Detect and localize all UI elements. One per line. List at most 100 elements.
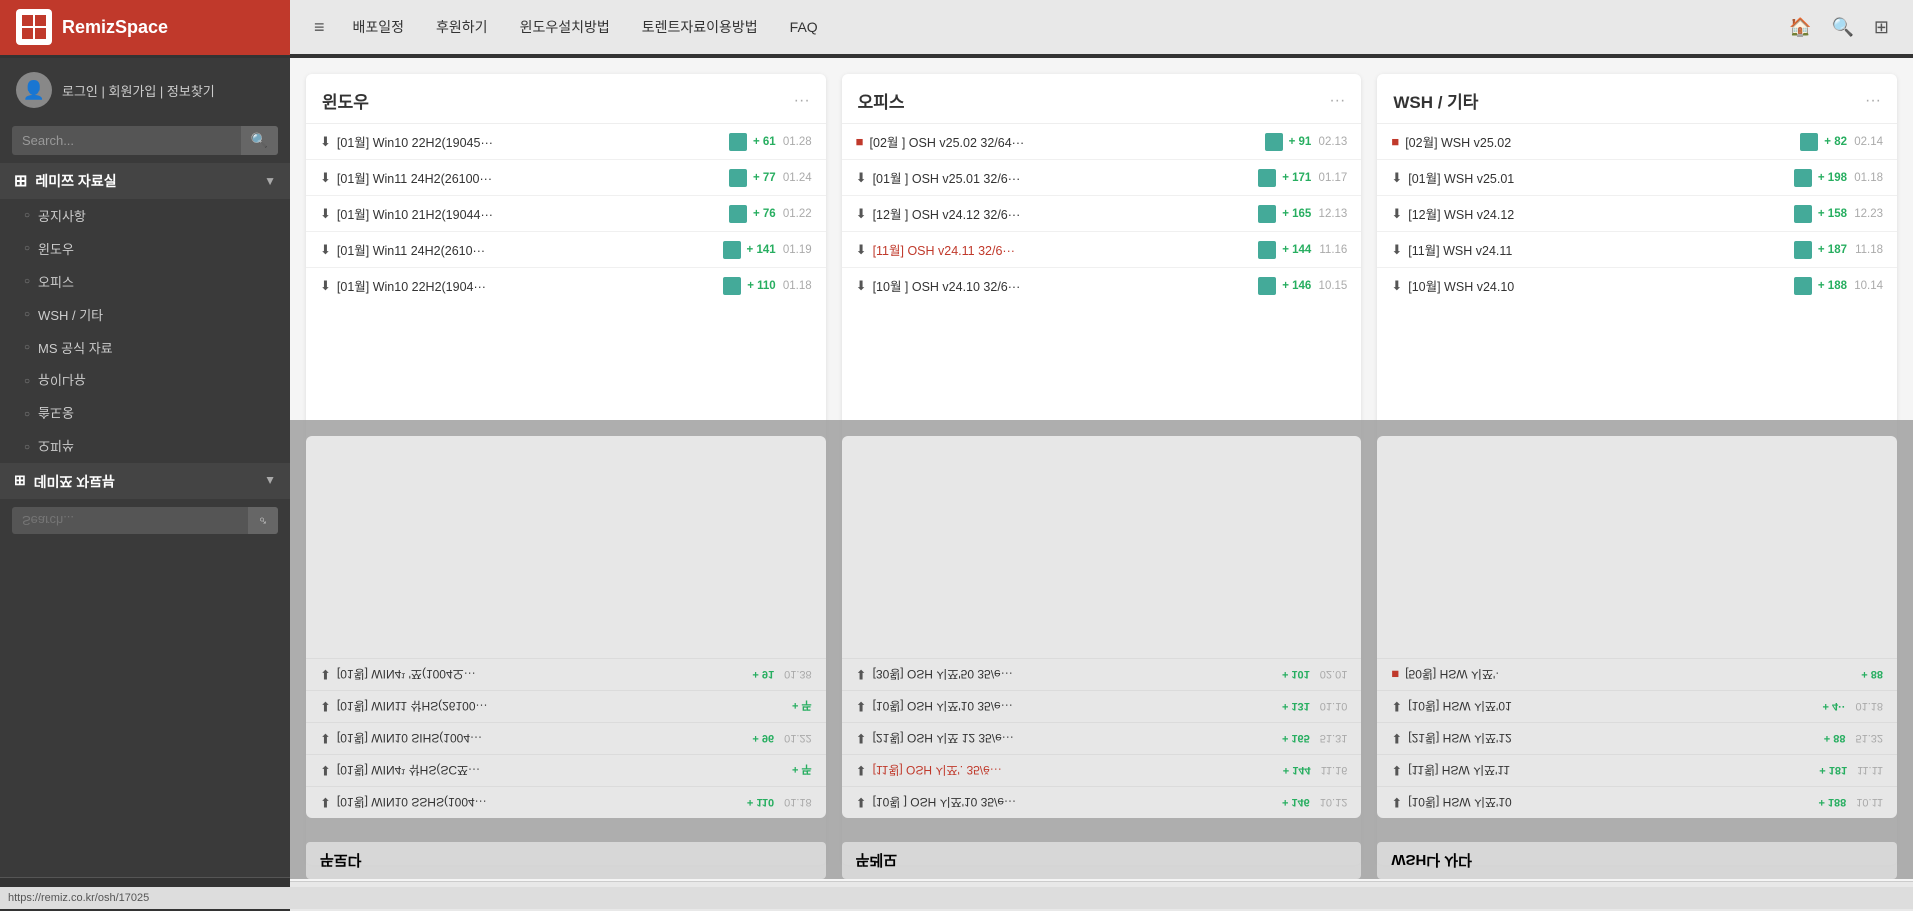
row-title: [10월] WSH v24.10 [1408,276,1788,295]
row-date: 01.38 [784,669,812,681]
thumbnail-icon [1794,169,1812,187]
table-row[interactable]: ■ [50룅] HSW 시쪼'· + 88 [1377,658,1897,690]
row-title: [10룅] HSW 시쪼'10 [1408,794,1812,811]
nav-item-1[interactable]: 후원하기 [424,13,500,41]
table-row[interactable]: ⬇ [01월] Win11 24H2(2610··· + 141 01.19 [306,232,826,268]
table-row[interactable]: ⬇ [11룅] OSH 시쪼'. 35/ě··· + 144 11.16 [842,754,1362,786]
nav-item-0[interactable]: 배포일정 [341,13,417,41]
home-icon-button[interactable]: 🏠 [1781,11,1819,44]
card-office-menu-button[interactable]: ··· [1329,92,1345,110]
search-button[interactable]: 🔍 [241,126,278,155]
table-row[interactable]: ⬇ [01월 ] OSH v25.01 32/6··· + 171 01.17 [842,160,1362,196]
row-count: + 146 [1282,797,1310,809]
row-title: [10월 ] OSH v24.10 32/6··· [873,276,1253,295]
sidebar-bottom-item-2[interactable]: ○ 유이나유 [0,364,290,397]
table-row[interactable]: ⬇ [12월] WSH v24.12 + 158 12.23 [1377,196,1897,232]
row-title: [01월] Win11 24H2(2610··· [337,240,717,259]
row-count: + 198 [1818,172,1847,184]
thumbnail-icon [723,277,741,295]
overlay-card-0: ⬇ [01룅] WIN10 SSHS(1004··· + 110 01.18 ⬇… [306,436,826,818]
thumbnail-icon [1258,169,1276,187]
sidebar-bottom-search-button[interactable]: ♂ [248,507,278,534]
download-icon: ⬇ [1391,699,1402,715]
table-row[interactable]: ⬇ [01월] WSH v25.01 + 198 01.18 [1377,160,1897,196]
sidebar-bottom-section-header[interactable]: ⊞ 데미쪼 자료뷰 ▲ [0,463,290,499]
row-count: + 187 [1818,244,1847,256]
sidebar-item-office[interactable]: ○ 오피스 [0,265,290,298]
user-links[interactable]: 로그인 | 회원가입 | 정보찾기 [62,81,215,100]
sidebar-bottom-item-2-label: 유이나유 [38,371,86,390]
row-count: + 뚜 [792,763,812,779]
table-row[interactable]: ■ [02월] WSH v25.02 + 82 02.14 [1377,124,1897,160]
hamburger-button[interactable]: ≡ [306,13,333,42]
row-title: [12월] WSH v24.12 [1408,204,1788,223]
row-title: [01룅] WIN4¹ 삮HS(SC쪼··· [337,762,786,779]
sidebar-item-wsh[interactable]: ○ WSH / 기타 [0,298,290,331]
download-icon: ⬇ [320,763,331,779]
table-row[interactable]: ■ [02월 ] OSH v25.02 32/64··· + 91 02.13 [842,124,1362,160]
download-icon: ⬇ [856,763,867,779]
download-icon: ⬇ [320,667,331,683]
row-count: + 146 [1282,280,1311,292]
card-windows-menu-button[interactable]: ··· [794,92,810,110]
thumbnail-icon [1794,241,1812,259]
status-bar: https://remiz.co.kr/osh/17025 [0,887,1913,909]
table-row[interactable]: ⬇ [01룅] WIN11 삮HS(26100··· + 뚜 [306,690,826,722]
table-row[interactable]: ⬇ [01월] Win10 22H2(19045··· + 61 01.28 [306,124,826,160]
table-row[interactable]: ⬇ [01룅] WIN4¹ 삮HS(SC쪼··· + 뚜 [306,754,826,786]
sidebar-bottom-search-input[interactable] [12,507,248,534]
row-title: [01월] Win10 22H2(19045··· [337,132,723,151]
row-date: 01.10 [1320,701,1348,713]
table-row[interactable]: ⬇ [01룅] WIN10 SIHS(1004··· + 96 01.22 [306,722,826,754]
search-area: 🔍 [12,126,278,155]
row-count: + 4·· [1823,701,1846,713]
row-title: [11룅] OSH 시쪼'. 35/ě··· [873,762,1277,779]
sidebar-bottom-item-1[interactable]: ○ 솔도웅 [0,397,290,430]
row-date: 02.13 [1317,136,1347,148]
table-row[interactable]: ⬇ [01월] Win10 21H2(19044··· + 76 01.22 [306,196,826,232]
nav-item-3[interactable]: 토렌트자료이용방법 [630,13,770,41]
sidebar-item-notice[interactable]: ○ 공지사항 [0,199,290,232]
sidebar-section-remiz[interactable]: ⊞ 레미쯔 자료실 ▼ [0,163,290,199]
row-title: [01월] Win10 22H2(1904··· [337,276,717,295]
table-row[interactable]: ⬇ [10룅] OSH 시쪼'10 35/e··· + 131 01.10 [842,690,1362,722]
nav-icons: 🏠 🔍 ⊞ [1781,11,1897,44]
row-date: 01.22 [782,208,812,220]
sidebar-item-windows[interactable]: ○ 윈도우 [0,232,290,265]
table-row[interactable]: ⬇ [01월] Win10 22H2(1904··· + 110 01.18 [306,268,826,303]
table-row[interactable]: ⬇ [21룅] HSW 시쪼'12 + 88 51.32 [1377,722,1897,754]
search-icon-button[interactable]: 🔍 [1823,11,1861,44]
sidebar-item-ms-official[interactable]: ○ MS 공식 자료 [0,331,290,364]
download-icon: ⬇ [856,731,867,747]
table-row[interactable]: ⬇ [21룅] OSH 시쪼 12 35/e··· + 165 51.31 [842,722,1362,754]
sidebar-extra: ♂ ⊞ 데미쪼 자료뷰 ▲ ○ 오피쑤 ○ 솔도웅 ○ 유 [0,364,290,877]
grid-icon-button[interactable]: ⊞ [1866,11,1897,44]
row-title: [21룅] OSH 시쪼 12 35/e··· [873,730,1276,747]
download-icon: ⬇ [1391,763,1402,779]
download-icon: ⬇ [320,242,331,258]
table-row[interactable]: ⬇ [01룅] WIN10 SSHS(1004··· + 110 01.18 [306,786,826,818]
row-count: + 61 [753,136,776,148]
table-row[interactable]: ⬇ [10룅 ] OSH 시쪼'10 35/e··· + 146 10.12 [842,786,1362,818]
table-row[interactable]: ⬇ [11월] WSH v24.11 + 187 11.18 [1377,232,1897,268]
nav-item-2[interactable]: 윈도우설치방법 [508,13,622,41]
row-title: [30룅] OSH 시쪼'50 35/e··· [873,666,1276,683]
table-row[interactable]: ⬇ [10룅] HSW 시쪼'10 + 188 10.11 [1377,786,1897,818]
logo-icon [16,9,52,45]
sidebar-item-ms-label: MS 공식 자료 [38,338,113,357]
table-row[interactable]: ⬇ [11룅] HSW 시쪼'11 + 181 11.11 [1377,754,1897,786]
table-row[interactable]: ⬇ [12월 ] OSH v24.12 32/6··· + 165 12.13 [842,196,1362,232]
table-row[interactable]: ⬇ [10룅] HSW 시쪼'01 + 4·· 01.18 [1377,690,1897,722]
row-title: [11룅] HSW 시쪼'11 [1408,762,1813,779]
table-row[interactable]: ⬇ [01월] Win11 24H2(26100··· + 77 01.24 [306,160,826,196]
table-row[interactable]: ⬇ [01룅] WIN4¹ '쪼(1004오··· + 91 01.38 [306,658,826,690]
sidebar-bottom-item-0[interactable]: ○ 오피쑤 [0,430,290,463]
nav-item-4[interactable]: FAQ [778,15,830,39]
search-input[interactable] [12,127,241,154]
card-wsh-menu-button[interactable]: ··· [1865,92,1881,110]
table-row[interactable]: ⬇ [11월] OSH v24.11 32/6··· + 144 11.16 [842,232,1362,268]
table-row[interactable]: ⬇ [10월 ] OSH v24.10 32/6··· + 146 10.15 [842,268,1362,303]
download-icon: ⬇ [1391,170,1402,186]
table-row[interactable]: ⬇ [10월] WSH v24.10 + 188 10.14 [1377,268,1897,303]
table-row[interactable]: ⬇ [30룅] OSH 시쪼'50 35/e··· + 101 02.01 [842,658,1362,690]
